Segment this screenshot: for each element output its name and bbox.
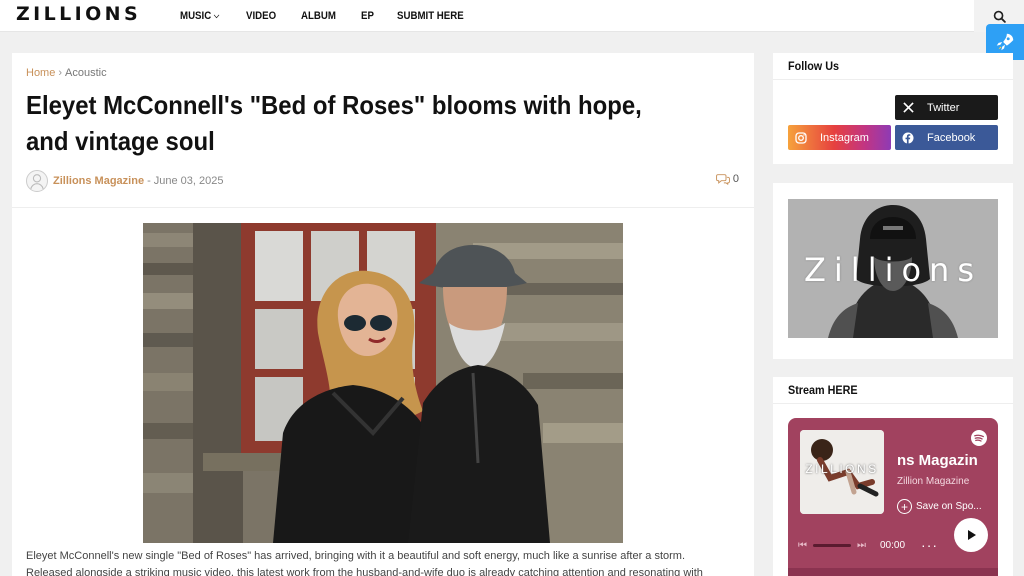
breadcrumb: Home › Acoustic <box>26 67 107 79</box>
follow-us-widget: Follow Us Twitter Instagram Facebook <box>773 53 1013 164</box>
comments-icon <box>715 174 730 185</box>
rocket-icon <box>996 33 1014 51</box>
divider <box>12 207 754 208</box>
plus-icon: + <box>897 499 912 514</box>
tracklist-strip <box>788 568 998 576</box>
nav-item-label: VIDEO <box>245 10 276 22</box>
widget-title: Follow Us <box>788 59 840 73</box>
save-on-spotify-button[interactable]: + Save on Spo... <box>897 499 982 514</box>
nav-item-ep[interactable]: EP <box>361 10 374 22</box>
breadcrumb-home-link[interactable]: Home <box>26 67 55 79</box>
user-icon <box>30 174 44 190</box>
album-cover[interactable]: ZILLIONS <box>800 430 884 514</box>
twitter-button[interactable]: Twitter <box>895 95 998 120</box>
banner-text: Zillions <box>803 251 982 289</box>
spotify-icon <box>971 430 987 446</box>
save-label: Save on Spo... <box>916 501 982 512</box>
banner-widget: Zillions <box>773 183 1013 359</box>
zillions-banner[interactable]: Zillions <box>788 199 998 338</box>
social-label: Twitter <box>927 101 960 114</box>
meta-separator: - <box>147 175 151 187</box>
play-icon <box>968 530 976 540</box>
nav-item-video[interactable]: VIDEO <box>246 10 276 22</box>
instagram-button[interactable]: Instagram <box>788 125 891 150</box>
widget-title: Stream HERE <box>788 383 858 397</box>
nav-item-label: MUSIC <box>180 10 212 22</box>
post-paragraph: Eleyet McConnell's new single "Bed of Ro… <box>26 550 703 576</box>
playback-time: 00:00 <box>880 539 906 551</box>
nav-item-label: EP <box>361 10 375 22</box>
search-icon <box>993 10 1006 23</box>
comments-count: 0 <box>732 173 739 185</box>
nav-item-music[interactable]: MUSIC ⌵ <box>180 10 219 22</box>
track-title[interactable]: ns Magazin <box>897 452 989 469</box>
previous-track-icon[interactable]: ⏮ <box>798 540 807 551</box>
facebook-icon <box>902 132 914 143</box>
chevron-down-icon: ⌵ <box>213 11 220 20</box>
nav-item-label: ALBUM <box>300 10 336 22</box>
author-link[interactable]: Zillions Magazine <box>53 175 144 187</box>
avatar[interactable] <box>26 170 48 192</box>
divider <box>773 79 1013 80</box>
cover-text: ZILLIONS <box>805 462 879 476</box>
site-logo[interactable]: ZILLIONS <box>16 3 141 25</box>
nav-item-submit-here[interactable]: SUBMIT HERE <box>397 10 464 22</box>
comments-link[interactable]: 0 <box>715 173 739 185</box>
post-title: Eleyet McConnell's "Bed of Roses" blooms… <box>26 90 642 156</box>
social-label: Instagram <box>820 131 869 144</box>
breadcrumb-separator: › <box>58 67 63 79</box>
spotify-logo[interactable] <box>971 430 987 451</box>
social-label: Facebook <box>927 131 976 144</box>
play-button[interactable] <box>954 518 988 552</box>
breadcrumb-category-link[interactable]: Acoustic <box>65 67 107 79</box>
post-card: Home › Acoustic Eleyet McConnell's "Bed of… <box>12 53 754 576</box>
post-meta: Zillions Magazine - June 03, 2025 <box>26 169 223 193</box>
featured-image[interactable] <box>143 223 623 543</box>
nav-item-label: SUBMIT HERE <box>397 10 464 22</box>
spotify-embed-player: ZILLIONS ns Magazin Zillion Magazine + S… <box>788 418 998 576</box>
x-icon <box>902 102 914 113</box>
progress-bar[interactable] <box>813 543 851 547</box>
next-track-icon[interactable]: ⏭ <box>857 540 866 551</box>
stream-widget: Stream HERE ZILLIONS ns Magazin Zillion … <box>773 377 1013 576</box>
more-options-icon[interactable]: ··· <box>921 537 938 553</box>
artist-name[interactable]: Zillion Magazine <box>897 476 969 487</box>
facebook-button[interactable]: Facebook <box>895 125 998 150</box>
main-nav: MUSIC ⌵ VIDEO ALBUM EP SUBMIT HERE <box>180 0 494 32</box>
featured-photo <box>143 223 623 543</box>
nav-item-album[interactable]: ALBUM <box>301 10 336 22</box>
divider <box>773 403 1013 404</box>
instagram-icon <box>795 131 807 144</box>
post-date: June 03, 2025 <box>153 175 224 187</box>
top-navigation-bar: ZILLIONS MUSIC ⌵ VIDEO ALBUM EP SUBMIT H… <box>0 0 1024 32</box>
